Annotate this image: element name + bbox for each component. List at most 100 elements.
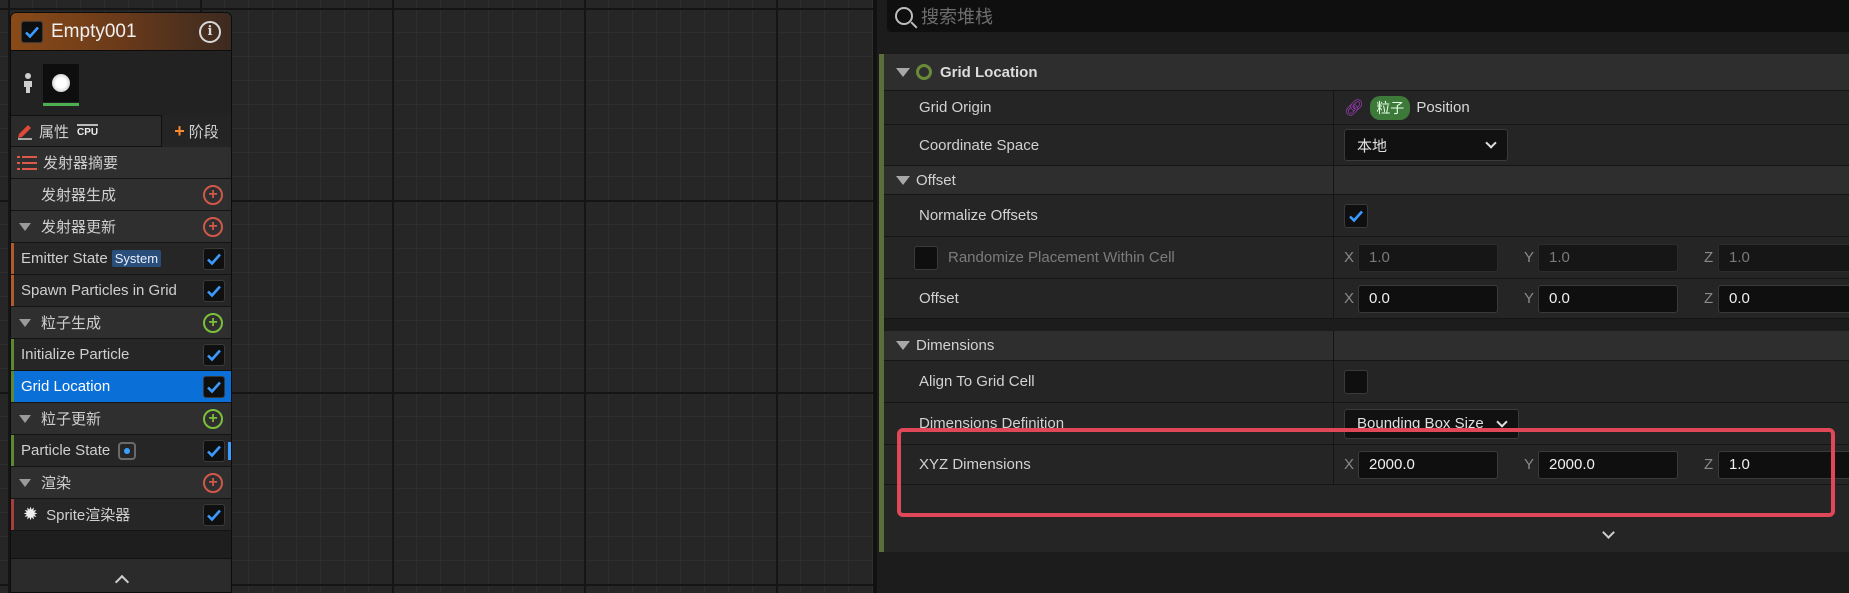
collapse-triangle-icon[interactable] (896, 67, 910, 77)
row-label: Particle State (21, 442, 111, 459)
add-stage-button[interactable]: + 阶段 (161, 115, 231, 147)
dimensions-definition-dropdown[interactable]: Bounding Box Size (1344, 408, 1519, 439)
category-offset[interactable]: Offset (884, 166, 1849, 195)
module-row[interactable]: Emitter State System (11, 243, 231, 275)
module-row[interactable]: Grid Location (11, 371, 231, 403)
axis-y-label: Y (1524, 456, 1535, 473)
pencil-icon[interactable] (15, 121, 35, 141)
randomize-edit-condition-checkbox[interactable] (914, 245, 938, 270)
module-enabled-checkbox[interactable] (203, 375, 225, 398)
add-module-button[interactable]: + (203, 184, 223, 205)
module-header[interactable]: Grid Location (884, 54, 1849, 91)
check-icon (1349, 210, 1363, 222)
particle-preview-icon (52, 74, 70, 92)
stage-section-row[interactable]: 渲染 + (11, 467, 231, 499)
collapse-triangle-icon[interactable] (19, 478, 31, 487)
dimensions-definition-value: Bounding Box Size (1357, 415, 1484, 432)
search-input[interactable]: 搜索堆栈 (921, 3, 993, 29)
collapse-triangle-icon[interactable] (19, 414, 31, 423)
stage-section-row[interactable]: 粒子更新 + (11, 403, 231, 435)
row-label: 粒子更新 (41, 411, 102, 428)
search-bar[interactable]: 搜索堆栈 (887, 0, 1849, 32)
sprite-thumbnail[interactable] (43, 64, 79, 106)
emitter-header[interactable]: Empty001 i (11, 13, 231, 51)
sprite-burst-icon: ✹ (23, 504, 39, 524)
row-label: Spawn Particles in Grid (21, 282, 177, 299)
xyz-y-input[interactable]: 2000.0 (1538, 450, 1678, 479)
module-enabled-checkbox[interactable] (203, 343, 225, 366)
offset-x-input[interactable]: 0.0 (1358, 284, 1498, 313)
module-row[interactable]: Particle State (11, 435, 231, 467)
module-row[interactable]: ✹ Sprite渲染器 (11, 499, 231, 531)
randomize-label: Randomize Placement Within Cell (948, 249, 1175, 266)
module-enabled-checkbox[interactable] (203, 279, 225, 302)
check-icon (207, 285, 221, 297)
properties-label[interactable]: 属性 (39, 121, 69, 142)
module-ring-icon (916, 64, 932, 80)
coordinate-space-label: Coordinate Space (919, 136, 1040, 154)
emitter-summary-row[interactable]: 发射器摘要 (11, 147, 231, 179)
normalize-offsets-checkbox[interactable] (1344, 203, 1368, 228)
row-label: 发射器摘要 (43, 155, 119, 172)
coordinate-space-dropdown[interactable]: 本地 (1344, 129, 1508, 161)
randomize-y-input[interactable]: 1.0 (1538, 243, 1678, 272)
category-dimensions[interactable]: Dimensions (884, 331, 1849, 361)
check-icon (207, 349, 221, 361)
randomize-x-input[interactable]: 1.0 (1358, 243, 1498, 272)
module-row[interactable]: Spawn Particles in Grid (11, 275, 231, 307)
axis-x-label: X (1344, 249, 1355, 266)
person-icon[interactable] (21, 72, 35, 94)
module-enabled-checkbox[interactable] (203, 247, 225, 270)
row-label: Initialize Particle (21, 346, 130, 363)
search-icon (895, 7, 913, 25)
info-icon[interactable]: i (199, 20, 221, 43)
stage-section-row[interactable]: 粒子生成 + (11, 307, 231, 339)
emitter-thumbnails (11, 51, 231, 115)
add-module-button[interactable]: + (203, 472, 223, 493)
offset-y-input[interactable]: 0.0 (1538, 284, 1678, 313)
module-enabled-checkbox[interactable] (203, 439, 225, 462)
row-label: 渲染 (41, 475, 72, 492)
randomize-z-input[interactable]: 1.0 (1718, 243, 1849, 272)
collapse-triangle-icon[interactable] (896, 341, 910, 350)
cpu-badge[interactable]: CPU (77, 124, 99, 138)
stage-label: 阶段 (188, 123, 219, 141)
row-grid-origin: Grid Origin 🔗︎ 粒子 Position (884, 91, 1849, 125)
row-label: Emitter State (21, 250, 108, 267)
dimensions-category-label: Dimensions (916, 337, 995, 354)
module-title: Grid Location (940, 63, 1038, 81)
emitter-enabled-checkbox[interactable] (21, 20, 43, 43)
row-label: 粒子生成 (41, 315, 102, 332)
selection-edge (228, 442, 231, 460)
align-to-grid-checkbox[interactable] (1344, 369, 1368, 394)
row-align-to-grid: Align To Grid Cell (884, 361, 1849, 403)
axis-y-label: Y (1524, 249, 1535, 266)
grid-origin-label: Grid Origin (919, 99, 992, 116)
add-module-button[interactable]: + (203, 408, 223, 429)
check-icon (25, 26, 39, 38)
offset-label: Offset (919, 290, 959, 307)
stage-row[interactable]: 发射器生成 + (11, 179, 231, 211)
add-module-button[interactable]: + (203, 216, 223, 237)
xyz-dimensions-label: XYZ Dimensions (919, 456, 1031, 473)
row-offset: Offset X 0.0 Y 0.0 Z 0.0 (884, 279, 1849, 319)
module-row[interactable]: Initialize Particle (11, 339, 231, 371)
chevron-down-icon (1496, 415, 1508, 428)
xyz-z-input[interactable]: 1.0 (1718, 450, 1849, 479)
emitter-node[interactable]: Empty001 i 属性 CPU + 阶段 发射器摘要 发射器生成 + 发射器更新 +… (10, 12, 232, 593)
offset-z-input[interactable]: 0.0 (1718, 284, 1849, 313)
collapse-node-button[interactable] (11, 558, 231, 592)
row-label: 发射器生成 (41, 187, 117, 204)
collapse-triangle-icon[interactable] (19, 222, 31, 231)
emitter-stack-list: 发射器摘要 发射器生成 + 发射器更新 + Emitter State System Spaw… (11, 147, 231, 531)
xyz-x-input[interactable]: 2000.0 (1358, 450, 1498, 479)
grid-origin-value[interactable]: 🔗︎ 粒子 Position (1344, 91, 1470, 124)
align-to-grid-label: Align To Grid Cell (919, 373, 1035, 390)
check-icon (207, 509, 221, 521)
collapse-triangle-icon[interactable] (19, 318, 31, 327)
module-enabled-checkbox[interactable] (203, 503, 225, 526)
add-module-button[interactable]: + (203, 312, 223, 333)
collapse-triangle-icon[interactable] (896, 175, 910, 185)
stage-section-row[interactable]: 发射器更新 + (11, 211, 231, 243)
emitter-name[interactable]: Empty001 (51, 21, 199, 43)
